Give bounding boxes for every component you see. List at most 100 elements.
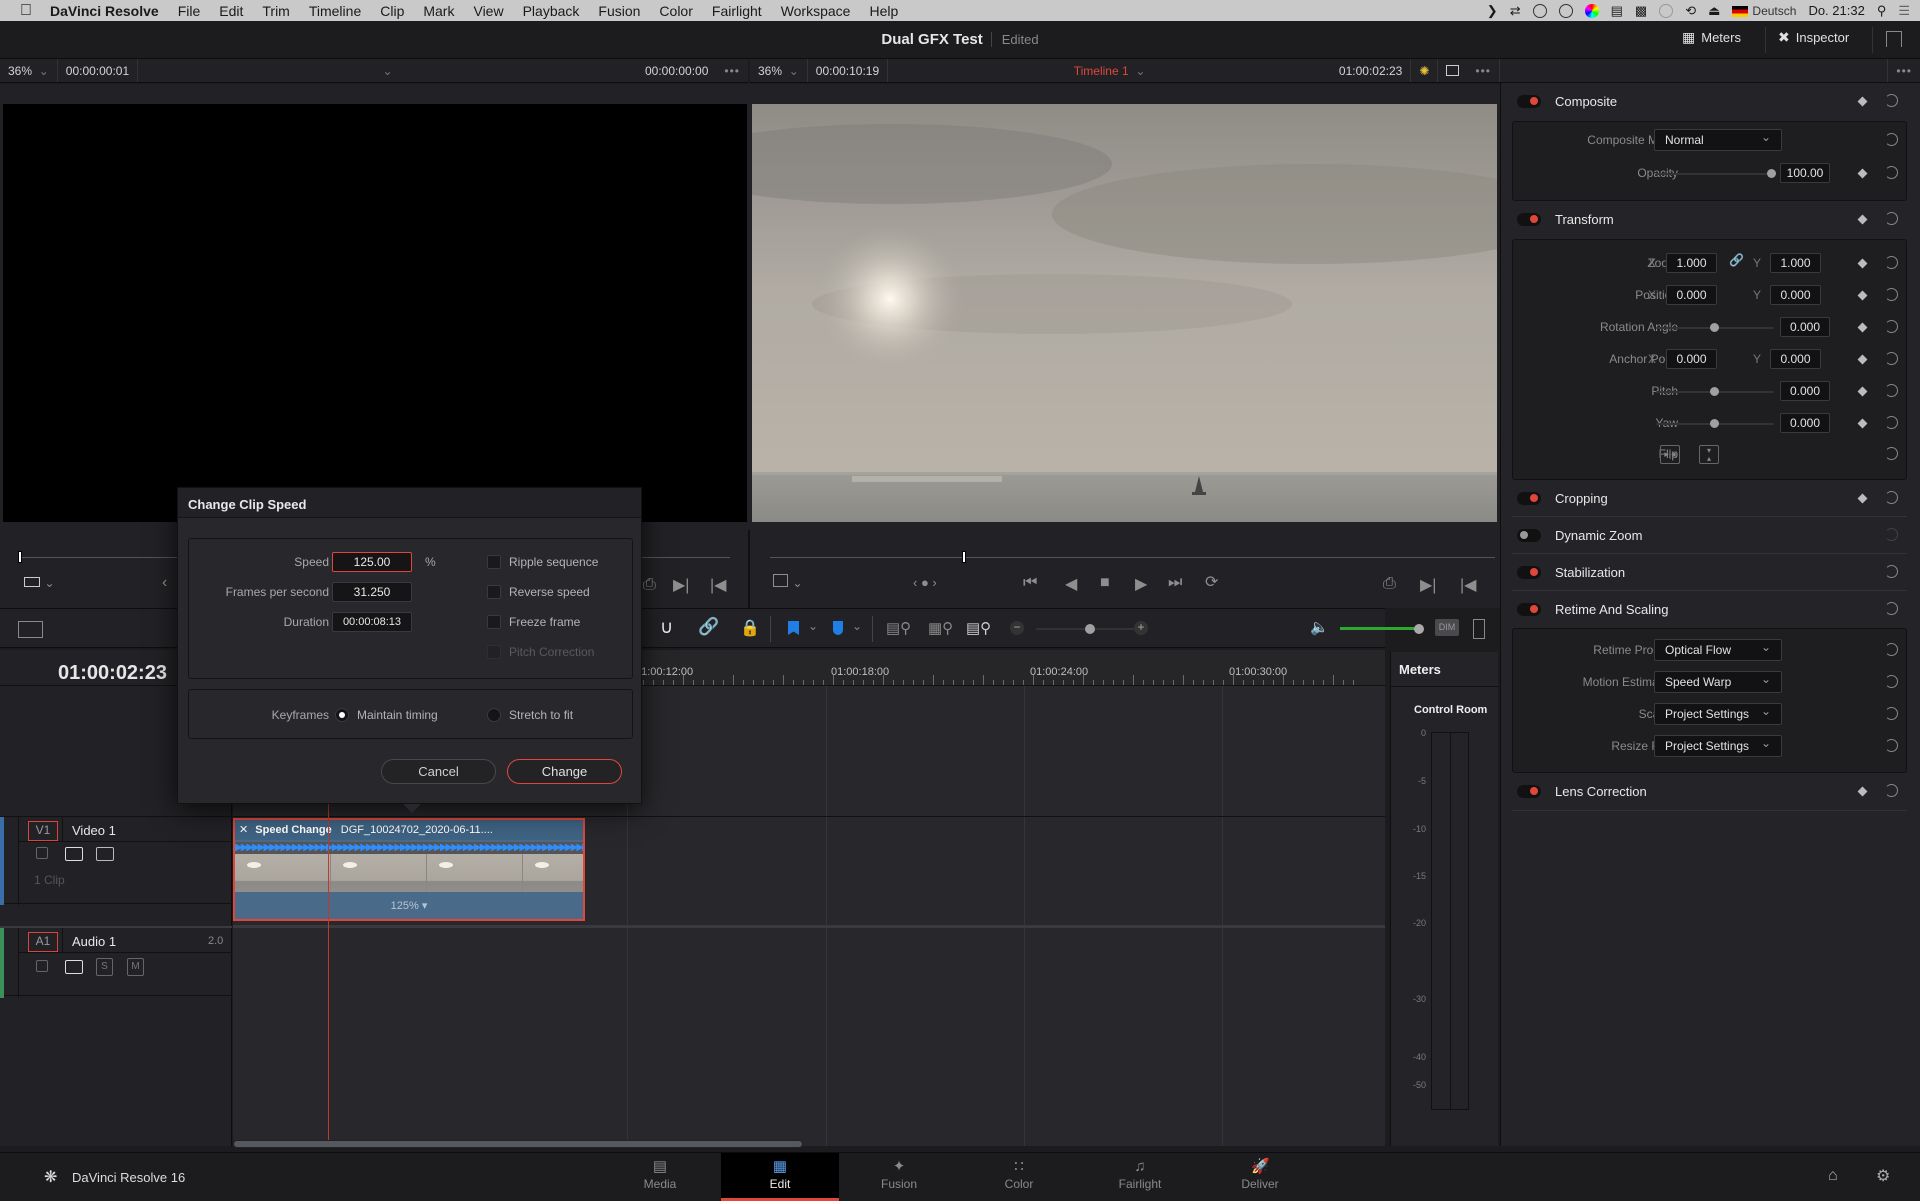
reset-icon[interactable] [1885, 707, 1898, 720]
source-match-frame-icon[interactable]: ⎙ [643, 576, 656, 594]
loop-icon[interactable]: ⟳ [1205, 572, 1218, 592]
eject-icon[interactable]: ⏏ [1708, 3, 1720, 19]
notification-center-icon[interactable]: ☰ [1898, 3, 1910, 19]
menu-trim[interactable]: Trim [262, 3, 289, 19]
disable-video-track-icon[interactable] [96, 847, 114, 861]
speed-input[interactable]: 125.00 [332, 552, 412, 572]
input-source[interactable]: Deutsch [1732, 3, 1796, 18]
auto-select-icon[interactable] [65, 847, 83, 861]
match-frame-icon[interactable]: ⎙ [1383, 575, 1396, 593]
source-zoom-dropdown[interactable]: 36% ⌄ [0, 59, 58, 82]
marker-dropdown-icon[interactable]: ⌄ [852, 619, 862, 633]
timeline-viewer-mode-icon[interactable]: ⌄ [773, 574, 803, 592]
pitch-knob[interactable] [1710, 387, 1719, 396]
mute-button[interactable]: M [127, 958, 144, 976]
reset-icon[interactable] [1885, 739, 1898, 752]
speaker-icon[interactable]: 🔈 [1310, 618, 1329, 636]
solo-button[interactable]: S [96, 958, 113, 976]
section-composite[interactable]: Composite [1517, 83, 1912, 119]
reset-section-icon[interactable] [1885, 784, 1898, 797]
source-viewer[interactable] [3, 104, 747, 522]
track-name-video1[interactable]: Video 1 [72, 823, 116, 838]
jog-control-icon[interactable]: ‹ ● › [913, 575, 937, 590]
clock[interactable]: Do. 21:32 [1808, 3, 1864, 18]
reset-icon[interactable] [1885, 643, 1898, 656]
clip-speed-dropdown[interactable]: 125% ▾ [235, 894, 583, 919]
timeline-view-options-icon[interactable] [18, 621, 43, 638]
page-tab-color[interactable]: ∷ Color [971, 1153, 1067, 1201]
collapse-panel-icon[interactable] [1886, 31, 1902, 47]
zoom-x-field[interactable]: 1.000 [1666, 253, 1717, 273]
timeline-scrub-bar[interactable] [770, 557, 1495, 558]
section-cropping[interactable]: Cropping [1517, 480, 1912, 516]
next-edit-icon[interactable]: ▶| [1420, 575, 1436, 595]
yaw-knob[interactable] [1710, 419, 1719, 428]
track-name-audio1[interactable]: Audio 1 [72, 934, 116, 949]
composite-enable-toggle[interactable] [1517, 94, 1541, 108]
section-transform[interactable]: Transform [1517, 201, 1912, 237]
section-retime-scaling[interactable]: Retime And Scaling [1517, 591, 1912, 627]
reset-icon[interactable] [1885, 447, 1898, 460]
stop-icon[interactable]: ■ [1100, 574, 1110, 592]
change-button[interactable]: Change [507, 759, 622, 784]
zoom-out-icon[interactable]: − [1010, 621, 1024, 635]
menu-fairlight[interactable]: Fairlight [712, 3, 762, 19]
go-to-start-icon[interactable]: ⏮ [1023, 574, 1037, 592]
reset-icon[interactable] [1885, 256, 1898, 269]
creative-cloud-icon[interactable] [1558, 3, 1573, 18]
auto-select-icon[interactable] [65, 960, 83, 974]
source-playhead[interactable] [18, 551, 22, 563]
timeline-viewer-more-icon[interactable]: ••• [1467, 59, 1500, 82]
section-lens-correction[interactable]: Lens Correction [1517, 773, 1912, 809]
maintain-timing-radio[interactable] [335, 708, 349, 722]
menu-help[interactable]: Help [869, 3, 898, 19]
inspector-more-icon[interactable]: ••• [1887, 59, 1920, 82]
timeline-playhead[interactable] [962, 551, 966, 563]
reset-section-icon[interactable] [1885, 565, 1898, 578]
reset-section-icon[interactable] [1885, 212, 1898, 225]
reset-icon[interactable] [1885, 320, 1898, 333]
meter-toggle-icon[interactable] [1473, 619, 1485, 639]
settings-gear-icon[interactable]: ⚙ [1876, 1166, 1890, 1186]
menu-mark[interactable]: Mark [423, 3, 454, 19]
inspector-button[interactable]: ✖ Inspector [1778, 29, 1849, 46]
reset-icon[interactable] [1885, 416, 1898, 429]
zoom-full-timeline-icon[interactable]: ▤⚲ [886, 619, 911, 637]
transform-enable-toggle[interactable] [1517, 212, 1541, 226]
menu-view[interactable]: View [473, 3, 503, 19]
zoom-detail-icon[interactable]: ▦⚲ [928, 619, 953, 637]
snapping-magnet-icon[interactable]: ∪ [660, 617, 673, 638]
timeline-zoom-knob[interactable] [1085, 624, 1095, 634]
menu-app-name[interactable]: DaVinci Resolve [50, 3, 159, 19]
timeline-name-dropdown[interactable]: Timeline 1 ⌄ [888, 59, 1331, 82]
lock-track-icon[interactable] [36, 847, 48, 859]
zoom-y-field[interactable]: 1.000 [1770, 253, 1821, 273]
color-effects-icon[interactable]: ✺ [1411, 59, 1439, 82]
scanner-icon[interactable]: ▤ [1611, 3, 1623, 19]
retime-enable-toggle[interactable] [1517, 602, 1541, 616]
timeline-horizontal-scrollbar[interactable] [233, 1140, 803, 1148]
page-tab-deliver[interactable]: 🚀 Deliver [1212, 1153, 1308, 1201]
go-to-end-icon[interactable]: ⏭ [1168, 574, 1182, 592]
opacity-field[interactable]: 100.00 [1780, 163, 1830, 183]
zoom-custom-icon[interactable]: ▤⚲ [966, 619, 991, 637]
menu-fusion[interactable]: Fusion [598, 3, 640, 19]
menu-color[interactable]: Color [659, 3, 692, 19]
play-reverse-icon[interactable]: ◀ [1065, 574, 1077, 594]
opacity-slider[interactable] [1656, 173, 1774, 175]
project-manager-home-icon[interactable]: ⌂ [1828, 1167, 1838, 1185]
source-prev-icon[interactable]: |◀ [710, 575, 726, 595]
reset-section-icon[interactable] [1885, 602, 1898, 615]
rotation-field[interactable]: 0.000 [1780, 317, 1830, 337]
vpn-icon[interactable] [1532, 3, 1547, 18]
reset-section-icon[interactable] [1885, 94, 1898, 107]
duration-input[interactable]: 00:00:08:13 [332, 612, 412, 632]
lens-enable-toggle[interactable] [1517, 784, 1541, 798]
reset-icon[interactable] [1885, 352, 1898, 365]
flag-icon[interactable] [788, 621, 799, 635]
flip-vertical-icon[interactable]: ▾ ▴ [1699, 445, 1719, 464]
reset-section-icon[interactable] [1885, 528, 1898, 541]
rotation-knob[interactable] [1710, 323, 1719, 332]
flag-dropdown-icon[interactable]: ⌄ [808, 619, 818, 633]
reset-section-icon[interactable] [1885, 491, 1898, 504]
